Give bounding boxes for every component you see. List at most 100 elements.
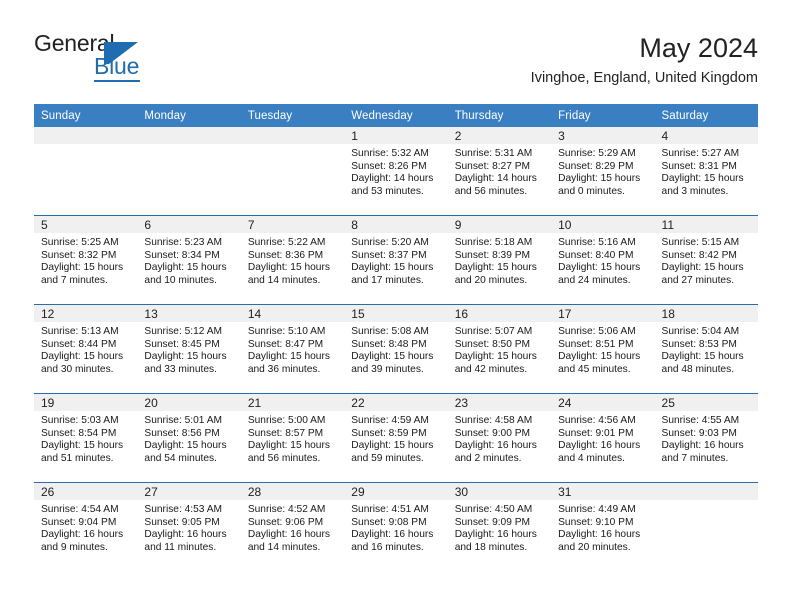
day-cell-inner: 5 Sunrise: 5:25 AM Sunset: 8:32 PM Daylight…: [34, 216, 138, 304]
calendar-day-cell[interactable]: 15 Sunrise: 5:08 AM Sunset: 8:48 PM Dayligh…: [344, 304, 448, 394]
day-number: 11: [654, 216, 758, 233]
weekday-header-saturday: Saturday: [654, 104, 758, 127]
calendar-day-cell[interactable]: 17 Sunrise: 5:06 AM Sunset: 8:51 PM Dayligh…: [551, 304, 655, 394]
day-detail-daylight2: and 4 minutes.: [558, 452, 625, 464]
calendar-day-cell[interactable]: 19 Sunrise: 5:03 AM Sunset: 8:54 PM Dayligh…: [34, 393, 138, 483]
day-number: 21: [240, 394, 345, 411]
calendar-day-cell[interactable]: 13 Sunrise: 5:12 AM Sunset: 8:45 PM Dayligh…: [137, 304, 241, 394]
calendar-day-cell[interactable]: 27 Sunrise: 4:53 AM Sunset: 9:05 PM Dayligh…: [137, 482, 241, 571]
day-detail-sunrise: Sunrise: 4:53 AM: [144, 504, 223, 515]
day-detail-daylight1: Daylight: 15 hours: [351, 351, 434, 363]
day-cell-inner: 17 Sunrise: 5:06 AM Sunset: 8:51 PM Dayligh…: [551, 305, 655, 393]
day-number: 31: [551, 483, 655, 500]
calendar-day-cell[interactable]: 4 Sunrise: 5:27 AM Sunset: 8:31 PM Daylight…: [654, 127, 758, 216]
day-number: 19: [34, 394, 138, 411]
day-detail-daylight1: Daylight: 16 hours: [454, 529, 537, 541]
calendar-day-cell[interactable]: 29 Sunrise: 4:51 AM Sunset: 9:08 PM Dayligh…: [344, 482, 448, 571]
calendar-day-cell: [654, 482, 758, 571]
day-detail-sunrise: Sunrise: 4:49 AM: [558, 504, 636, 515]
day-cell-inner: [654, 483, 758, 571]
day-number: 25: [654, 394, 758, 411]
calendar-day-cell[interactable]: 21 Sunrise: 5:00 AM Sunset: 8:57 PM Dayligh…: [240, 393, 345, 483]
calendar-day-cell[interactable]: 3 Sunrise: 5:29 AM Sunset: 8:29 PM Daylight…: [551, 127, 655, 216]
day-detail-daylight1: Daylight: 16 hours: [558, 529, 641, 541]
day-details: Sunrise: 4:50 AM Sunset: 9:09 PM Daylight:…: [448, 500, 551, 554]
calendar-day-cell[interactable]: 28 Sunrise: 4:52 AM Sunset: 9:06 PM Dayligh…: [240, 482, 345, 571]
day-details: Sunrise: 5:22 AM Sunset: 8:36 PM Daylight:…: [241, 233, 344, 287]
day-detail-daylight1: Daylight: 16 hours: [144, 529, 227, 541]
day-detail-daylight1: Daylight: 15 hours: [41, 351, 124, 363]
calendar-day-cell[interactable]: 26 Sunrise: 4:54 AM Sunset: 9:04 PM Dayligh…: [34, 482, 138, 571]
day-detail-sunset: Sunset: 8:27 PM: [454, 160, 531, 172]
day-number: 16: [447, 305, 552, 322]
calendar-week-row: 5 Sunrise: 5:25 AM Sunset: 8:32 PM Daylight…: [34, 215, 758, 305]
calendar-day-cell[interactable]: 6 Sunrise: 5:23 AM Sunset: 8:34 PM Daylight…: [137, 215, 241, 305]
day-detail-daylight2: and 7 minutes.: [41, 274, 108, 286]
day-details: Sunrise: 5:18 AM Sunset: 8:39 PM Daylight:…: [448, 233, 551, 287]
day-detail-daylight1: Daylight: 15 hours: [247, 262, 330, 274]
calendar-day-cell[interactable]: 31 Sunrise: 4:49 AM Sunset: 9:10 PM Dayligh…: [551, 482, 655, 571]
day-cell-inner: 22 Sunrise: 4:59 AM Sunset: 8:59 PM Dayligh…: [344, 394, 448, 482]
day-number: 29: [344, 483, 448, 500]
day-cell-inner: 11 Sunrise: 5:15 AM Sunset: 8:42 PM Dayligh…: [654, 216, 758, 304]
calendar-day-cell[interactable]: 18 Sunrise: 5:04 AM Sunset: 8:53 PM Dayligh…: [654, 304, 758, 394]
calendar-day-cell[interactable]: 23 Sunrise: 4:58 AM Sunset: 9:00 PM Dayligh…: [447, 393, 552, 483]
calendar-day-cell[interactable]: 24 Sunrise: 4:56 AM Sunset: 9:01 PM Dayligh…: [551, 393, 655, 483]
day-number: [34, 127, 138, 144]
calendar-day-cell[interactable]: 8 Sunrise: 5:20 AM Sunset: 8:37 PM Daylight…: [344, 215, 448, 305]
day-detail-sunrise: Sunrise: 4:55 AM: [661, 415, 740, 426]
calendar-day-cell[interactable]: 11 Sunrise: 5:15 AM Sunset: 8:42 PM Dayligh…: [654, 215, 758, 305]
day-detail-sunrise: Sunrise: 5:16 AM: [558, 237, 636, 248]
calendar-day-cell[interactable]: 12 Sunrise: 5:13 AM Sunset: 8:44 PM Dayligh…: [34, 304, 138, 394]
calendar-day-cell[interactable]: 22 Sunrise: 4:59 AM Sunset: 8:59 PM Dayligh…: [344, 393, 448, 483]
day-detail-daylight2: and 14 minutes.: [247, 274, 321, 286]
calendar-day-cell: [137, 127, 241, 216]
calendar-day-cell[interactable]: 16 Sunrise: 5:07 AM Sunset: 8:50 PM Dayligh…: [447, 304, 552, 394]
day-details: Sunrise: 5:07 AM Sunset: 8:50 PM Daylight:…: [448, 322, 551, 376]
day-detail-sunrise: Sunrise: 5:23 AM: [144, 237, 223, 248]
calendar-day-cell[interactable]: 7 Sunrise: 5:22 AM Sunset: 8:36 PM Daylight…: [240, 215, 345, 305]
day-detail-daylight1: Daylight: 15 hours: [558, 173, 641, 185]
day-detail-sunset: Sunset: 8:26 PM: [351, 160, 427, 172]
day-detail-daylight1: Daylight: 16 hours: [558, 440, 641, 452]
calendar-day-cell[interactable]: 5 Sunrise: 5:25 AM Sunset: 8:32 PM Daylight…: [34, 215, 138, 305]
day-detail-daylight1: Daylight: 15 hours: [41, 262, 124, 274]
day-number: 28: [240, 483, 345, 500]
day-detail-sunset: Sunset: 8:57 PM: [247, 427, 324, 439]
day-detail-sunset: Sunset: 8:34 PM: [144, 249, 220, 261]
calendar-header-row: Sunday Monday Tuesday Wednesday Thursday…: [34, 104, 758, 127]
day-detail-daylight1: Daylight: 15 hours: [351, 262, 434, 274]
day-cell-inner: 28 Sunrise: 4:52 AM Sunset: 9:06 PM Dayligh…: [240, 483, 345, 571]
day-number: 14: [240, 305, 345, 322]
day-details: Sunrise: 5:20 AM Sunset: 8:37 PM Daylight:…: [344, 233, 447, 287]
calendar-day-cell[interactable]: 30 Sunrise: 4:50 AM Sunset: 9:09 PM Dayligh…: [447, 482, 552, 571]
day-detail-sunrise: Sunrise: 5:27 AM: [661, 148, 740, 159]
day-cell-inner: 21 Sunrise: 5:00 AM Sunset: 8:57 PM Dayligh…: [240, 394, 345, 482]
calendar-day-cell[interactable]: 14 Sunrise: 5:10 AM Sunset: 8:47 PM Dayligh…: [240, 304, 345, 394]
calendar-day-cell[interactable]: 1 Sunrise: 5:32 AM Sunset: 8:26 PM Daylight…: [344, 127, 448, 216]
calendar-day-cell[interactable]: 2 Sunrise: 5:31 AM Sunset: 8:27 PM Daylight…: [447, 127, 552, 216]
day-details: Sunrise: 5:31 AM Sunset: 8:27 PM Daylight:…: [448, 144, 551, 198]
day-details: Sunrise: 5:03 AM Sunset: 8:54 PM Daylight:…: [34, 411, 137, 465]
calendar-day-cell[interactable]: 9 Sunrise: 5:18 AM Sunset: 8:39 PM Daylight…: [447, 215, 552, 305]
day-cell-inner: 27 Sunrise: 4:53 AM Sunset: 9:05 PM Dayligh…: [137, 483, 241, 571]
calendar-day-cell[interactable]: 10 Sunrise: 5:16 AM Sunset: 8:40 PM Dayligh…: [551, 215, 655, 305]
day-detail-sunrise: Sunrise: 4:52 AM: [247, 504, 326, 515]
day-cell-inner: 4 Sunrise: 5:27 AM Sunset: 8:31 PM Daylight…: [654, 127, 758, 215]
day-details: Sunrise: 4:59 AM Sunset: 8:59 PM Daylight:…: [344, 411, 447, 465]
day-details: Sunrise: 5:13 AM Sunset: 8:44 PM Daylight:…: [34, 322, 137, 376]
day-detail-sunset: Sunset: 8:29 PM: [558, 160, 634, 172]
calendar-day-cell[interactable]: 20 Sunrise: 5:01 AM Sunset: 8:56 PM Dayligh…: [137, 393, 241, 483]
calendar-body: 1 Sunrise: 5:32 AM Sunset: 8:26 PM Daylight…: [34, 127, 758, 571]
day-number: 24: [551, 394, 655, 411]
day-number: 23: [447, 394, 552, 411]
day-details: Sunrise: 5:32 AM Sunset: 8:26 PM Daylight:…: [344, 144, 447, 198]
day-number: 3: [551, 127, 655, 144]
day-details: Sunrise: 4:51 AM Sunset: 9:08 PM Daylight:…: [344, 500, 447, 554]
day-detail-sunrise: Sunrise: 5:10 AM: [247, 326, 326, 337]
day-detail-sunset: Sunset: 8:50 PM: [454, 338, 531, 350]
calendar-day-cell[interactable]: 25 Sunrise: 4:55 AM Sunset: 9:03 PM Dayligh…: [654, 393, 758, 483]
day-detail-daylight2: and 36 minutes.: [247, 363, 321, 375]
day-detail-daylight2: and 0 minutes.: [558, 185, 625, 197]
calendar-week-row: 1 Sunrise: 5:32 AM Sunset: 8:26 PM Daylight…: [34, 127, 758, 216]
